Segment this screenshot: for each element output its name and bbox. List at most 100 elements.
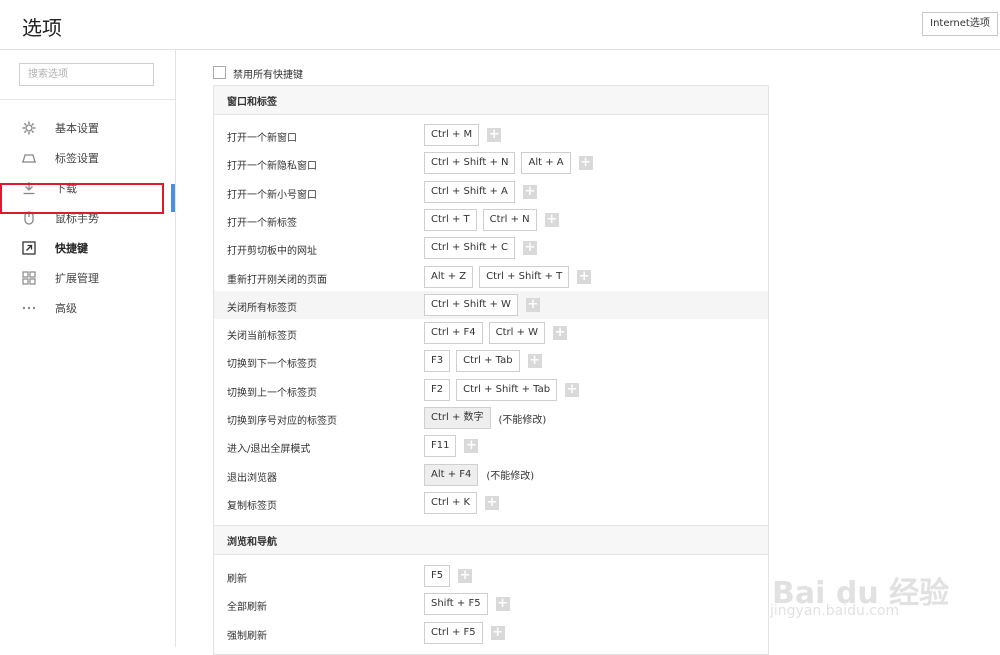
- internet-options-button[interactable]: Internet选项: [922, 12, 998, 36]
- add-shortcut-button[interactable]: +: [578, 156, 593, 171]
- shortcut-label: 刷新: [227, 574, 247, 585]
- add-shortcut-button[interactable]: +: [544, 212, 559, 227]
- add-shortcut-button[interactable]: +: [577, 269, 592, 284]
- shortcut-keys: Ctrl + Shift + W +: [424, 293, 540, 317]
- sidebar-item-label: 扩展管理: [55, 272, 99, 285]
- shortcut-key: Alt + F4: [424, 463, 479, 486]
- shortcut-row: 打开一个新标签 Ctrl + T Ctrl + N +: [214, 206, 768, 234]
- shortcut-label: 退出浏览器: [227, 472, 277, 484]
- shortcut-row: 全部刷新 Shift + F5 +: [214, 590, 768, 618]
- sidebar-item-tab-settings[interactable]: 标签设置: [0, 143, 175, 173]
- add-shortcut-button[interactable]: +: [490, 625, 505, 640]
- add-shortcut-button[interactable]: +: [495, 597, 510, 612]
- shortcut-key[interactable]: Ctrl + F5: [424, 621, 483, 644]
- shortcut-key[interactable]: Ctrl + Shift + C: [424, 237, 515, 260]
- disable-shortcuts-checkbox[interactable]: [213, 66, 226, 79]
- add-shortcut-button[interactable]: +: [553, 326, 568, 341]
- add-shortcut-button[interactable]: +: [464, 439, 479, 454]
- shortcut-keys: Ctrl + Shift + A +: [424, 180, 537, 204]
- shortcut-key[interactable]: Ctrl + Shift + Tab: [456, 378, 558, 401]
- more-icon: [22, 306, 36, 310]
- shortcut-key[interactable]: Ctrl + W: [488, 322, 546, 345]
- shortcut-label: 重新打开刚关闭的页面: [227, 274, 327, 286]
- shortcut-keys: Ctrl + T Ctrl + N +: [424, 208, 559, 232]
- shortcut-key[interactable]: Ctrl + Shift + W: [424, 293, 518, 316]
- add-shortcut-button[interactable]: +: [565, 382, 580, 397]
- shortcut-row: 打开一个新小号窗口 Ctrl + Shift + A +: [214, 178, 768, 206]
- shortcut-key[interactable]: Alt + A: [521, 152, 571, 175]
- sidebar-item-label: 快捷键: [55, 242, 88, 255]
- add-shortcut-button[interactable]: +: [522, 241, 537, 256]
- active-item-indicator: [171, 184, 175, 212]
- disable-shortcuts-label: 禁用所有快捷键: [233, 70, 303, 81]
- shortcut-label: 切换到上一个标签页: [227, 387, 317, 399]
- shortcut-key[interactable]: F5: [424, 565, 451, 587]
- add-shortcut-button[interactable]: +: [485, 495, 500, 510]
- shortcut-label: 切换到下一个标签页: [227, 359, 317, 371]
- add-shortcut-button[interactable]: +: [525, 297, 540, 312]
- sidebar-divider: [0, 99, 175, 100]
- shortcut-row: 打开一个新窗口 Ctrl + M +: [214, 121, 768, 149]
- search-input[interactable]: [19, 63, 154, 86]
- sidebar-item-advanced[interactable]: 高级: [0, 293, 175, 323]
- shortcut-keys: Alt + Z Ctrl + Shift + T +: [424, 265, 592, 289]
- shortcut-key[interactable]: Ctrl + Shift + N: [424, 152, 516, 175]
- shortcut-key[interactable]: Alt + Z: [424, 265, 474, 288]
- shortcut-key[interactable]: Ctrl + Shift + T: [479, 265, 570, 288]
- shortcut-label: 打开一个新隐私窗口: [227, 161, 317, 173]
- add-shortcut-button[interactable]: +: [487, 128, 502, 142]
- shortcut-row: 切换到序号对应的标签页 Ctrl + 数字 (不能修改): [214, 404, 768, 432]
- shortcut-label: 强制刷新: [227, 630, 267, 642]
- shortcut-key[interactable]: Ctrl + F4: [424, 322, 483, 345]
- shortcut-keys: Ctrl + F4 Ctrl + W +: [424, 321, 568, 345]
- shortcut-row: 进入/退出全屏模式 F11 +: [214, 432, 768, 460]
- watermark-url: jingyan.baidu.com: [770, 603, 900, 619]
- shortcut-keys: Ctrl + Shift + C +: [424, 236, 537, 260]
- shortcut-row: 复制标签页 Ctrl + K +: [214, 489, 768, 517]
- shortcut-key[interactable]: Ctrl + N: [482, 208, 537, 231]
- sidebar-item-basic-settings[interactable]: 基本设置: [0, 113, 175, 143]
- shortcut-keys: F3 Ctrl + Tab +: [424, 349, 542, 373]
- shortcut-row: 重新打开刚关闭的页面 Alt + Z Ctrl + Shift + T +: [214, 263, 768, 291]
- shortcut-key[interactable]: Ctrl + Tab: [456, 350, 520, 373]
- add-shortcut-button[interactable]: +: [522, 184, 537, 199]
- shortcut-row: 打开剪切板中的网址 Ctrl + Shift + C +: [214, 234, 768, 262]
- shortcut-row: 切换到下一个标签页 F3 Ctrl + Tab +: [214, 347, 768, 375]
- sidebar-item-label: 标签设置: [55, 152, 99, 165]
- shortcut-label: 打开一个新标签: [227, 217, 297, 229]
- shortcut-keys: Ctrl + M +: [424, 123, 502, 147]
- sidebar-item-extensions[interactable]: 扩展管理: [0, 263, 175, 293]
- gear-icon: [22, 121, 36, 135]
- shortcut-key[interactable]: Shift + F5: [424, 593, 488, 616]
- page-title: 选项: [22, 16, 62, 40]
- shortcut-icon: [22, 241, 36, 255]
- section-header: 窗口和标签: [214, 86, 768, 115]
- shortcut-label: 进入/退出全屏模式: [227, 444, 311, 456]
- shortcut-key[interactable]: Ctrl + T: [424, 208, 477, 231]
- shortcut-key[interactable]: F11: [424, 435, 457, 458]
- shortcut-key: Ctrl + 数字: [424, 407, 491, 429]
- shortcut-key[interactable]: F3: [424, 350, 451, 373]
- section-window-tabs: 窗口和标签 打开一个新窗口 Ctrl + M + 打开一个新隐私窗口 Ctrl + Sh…: [213, 85, 769, 527]
- section-title: 浏览和导航: [227, 537, 277, 548]
- shortcut-key[interactable]: Ctrl + M: [424, 124, 480, 146]
- add-shortcut-button[interactable]: +: [458, 569, 473, 583]
- shortcut-row: 打开一个新隐私窗口 Ctrl + Shift + N Alt + A +: [214, 149, 768, 177]
- shortcut-label: 关闭当前标签页: [227, 331, 297, 343]
- shortcut-keys: Ctrl + Shift + N Alt + A +: [424, 151, 593, 175]
- shortcut-label: 打开剪切板中的网址: [227, 246, 317, 258]
- shortcut-label: 打开一个新窗口: [227, 133, 297, 144]
- not-editable-note: (不能修改): [498, 414, 547, 426]
- tab-icon: [22, 154, 36, 163]
- section-title: 窗口和标签: [227, 97, 277, 108]
- add-shortcut-button[interactable]: +: [527, 354, 542, 369]
- shortcut-key[interactable]: Ctrl + Shift + A: [424, 180, 515, 203]
- shortcut-keys: Alt + F4 (不能修改): [424, 463, 534, 487]
- shortcut-keys: Shift + F5 +: [424, 592, 510, 616]
- shortcut-label: 打开一个新小号窗口: [227, 189, 317, 201]
- shortcut-key[interactable]: Ctrl + K: [424, 491, 478, 514]
- sidebar-item-label: 高级: [55, 302, 77, 315]
- shortcut-row: 刷新 F5 +: [214, 562, 768, 590]
- shortcut-key[interactable]: F2: [424, 378, 451, 401]
- sidebar-item-shortcuts[interactable]: 快捷键: [0, 233, 175, 263]
